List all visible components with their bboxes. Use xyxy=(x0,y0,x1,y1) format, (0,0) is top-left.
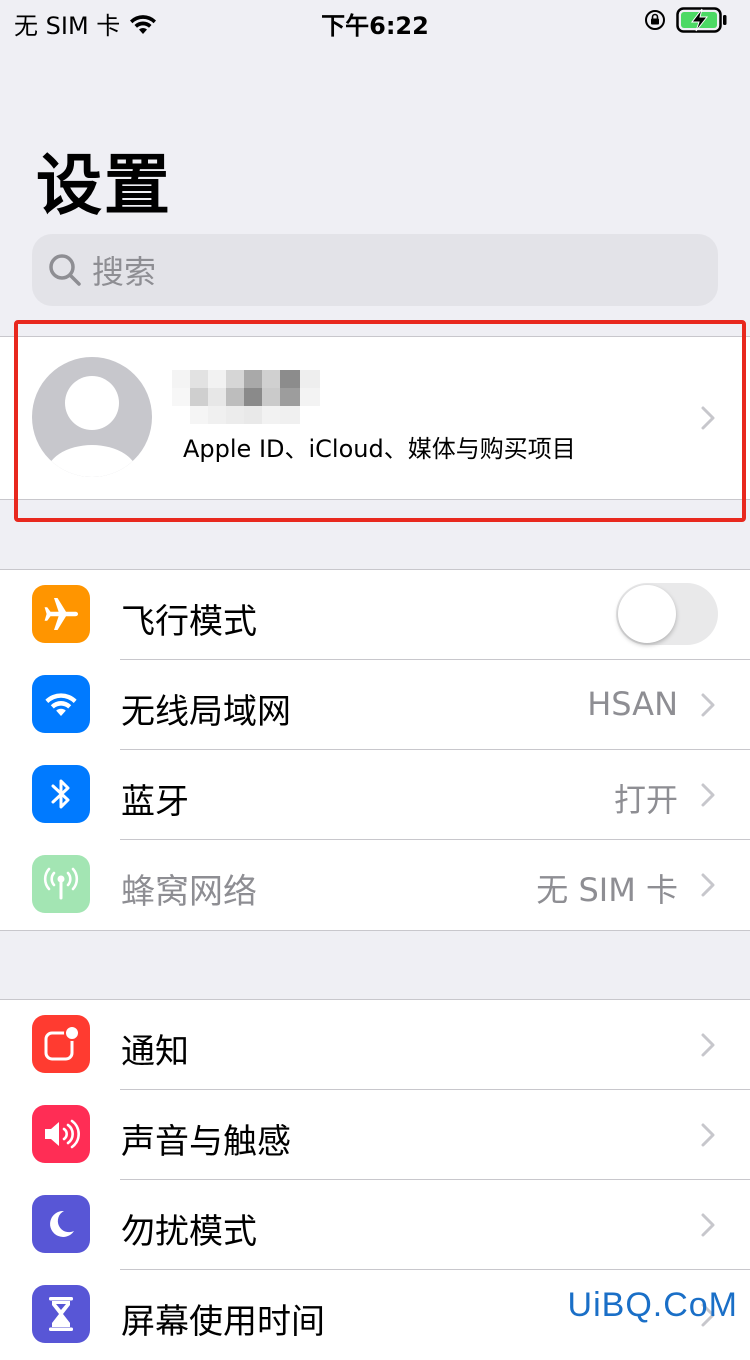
toggle-knob xyxy=(618,585,676,643)
bluetooth-value: 打开 xyxy=(613,781,678,819)
hourglass-icon xyxy=(32,1285,90,1343)
search-placeholder: 搜索 xyxy=(92,253,157,291)
cellular-label: 蜂窝网络 xyxy=(121,872,257,912)
battery-charging-icon xyxy=(676,7,727,33)
chevron-right-icon xyxy=(701,783,715,807)
orientation-lock-icon xyxy=(645,10,665,30)
row-sounds[interactable]: 声音与触感 xyxy=(0,1090,750,1180)
chevron-right-icon xyxy=(701,873,715,897)
chevron-right-icon xyxy=(701,693,715,717)
row-do-not-disturb[interactable]: 勿扰模式 xyxy=(0,1180,750,1270)
highlight-box xyxy=(14,320,746,522)
row-wifi[interactable]: 无线局域网 HSAN xyxy=(0,660,750,750)
row-airplane-mode[interactable]: 飞行模式 xyxy=(0,570,750,660)
search-icon xyxy=(49,254,81,286)
airplane-mode-toggle[interactable] xyxy=(616,583,718,645)
do-not-disturb-label: 勿扰模式 xyxy=(121,1212,257,1252)
status-bar: 无 SIM 卡 下午6:22 xyxy=(0,0,750,40)
screen-time-label: 屏幕使用时间 xyxy=(121,1302,325,1342)
page-title: 设置 xyxy=(36,147,172,224)
sound-icon xyxy=(32,1105,90,1163)
cellular-icon xyxy=(32,855,90,913)
status-time: 下午6:22 xyxy=(321,12,429,40)
notifications-icon xyxy=(32,1015,90,1073)
wifi-value: HSAN xyxy=(587,685,678,723)
watermark: UiBQ.CoM xyxy=(567,1286,738,1324)
wifi-icon xyxy=(32,675,90,733)
airplane-icon xyxy=(32,585,90,643)
notifications-label: 通知 xyxy=(121,1032,189,1072)
bluetooth-label: 蓝牙 xyxy=(121,782,189,822)
moon-icon xyxy=(32,1195,90,1253)
chevron-right-icon xyxy=(701,1033,715,1057)
chevron-right-icon xyxy=(701,1213,715,1237)
chevron-right-icon xyxy=(701,1123,715,1147)
search-field[interactable]: 搜索 xyxy=(32,234,718,306)
settings-group-connectivity: 飞行模式 无线局域网 HSAN 蓝牙 打开 蜂窝网络 无 SIM 卡 xyxy=(0,569,750,931)
sounds-label: 声音与触感 xyxy=(121,1122,291,1162)
cellular-value: 无 SIM 卡 xyxy=(536,871,678,909)
row-bluetooth[interactable]: 蓝牙 打开 xyxy=(0,750,750,840)
airplane-mode-label: 飞行模式 xyxy=(121,602,257,642)
bluetooth-icon xyxy=(32,765,90,823)
row-notifications[interactable]: 通知 xyxy=(0,1000,750,1090)
row-cellular[interactable]: 蜂窝网络 无 SIM 卡 xyxy=(0,840,750,930)
wifi-label: 无线局域网 xyxy=(121,692,291,732)
